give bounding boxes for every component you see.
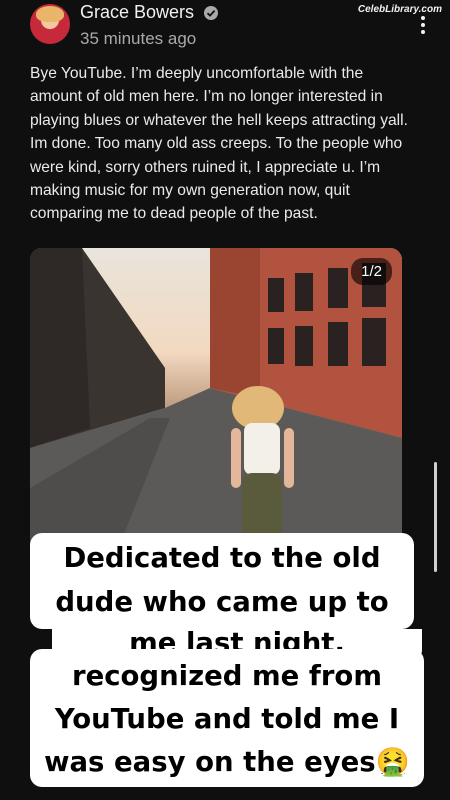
more-options-button[interactable] <box>420 16 426 38</box>
post-body-text: Bye YouTube. I’m deeply uncomfortable wi… <box>30 65 408 223</box>
caption-box-top: Dedicated to the old dude who came up to <box>30 533 414 629</box>
more-vertical-icon <box>421 16 425 20</box>
caption-line: recognized me from <box>72 660 382 692</box>
caption-line: was easy on the eyes🤮 <box>44 746 410 778</box>
scrollbar[interactable] <box>434 462 437 572</box>
author-avatar[interactable] <box>30 4 70 44</box>
caption-line: dude who came up to <box>55 586 389 618</box>
post-header: Grace Bowers 35 minutes ago CelebLibrary… <box>0 0 450 60</box>
image-counter: 1/2 <box>351 258 392 285</box>
watermark: CelebLibrary.com <box>357 4 442 15</box>
verified-badge-icon <box>204 6 218 20</box>
caption-line: Dedicated to the old <box>63 542 381 574</box>
author-name[interactable]: Grace Bowers <box>80 2 194 23</box>
caption-box-bottom: recognized me from YouTube and told me I… <box>30 649 424 787</box>
post-timestamp: 35 minutes ago <box>80 29 197 48</box>
caption-line: YouTube and told me I <box>54 703 400 735</box>
